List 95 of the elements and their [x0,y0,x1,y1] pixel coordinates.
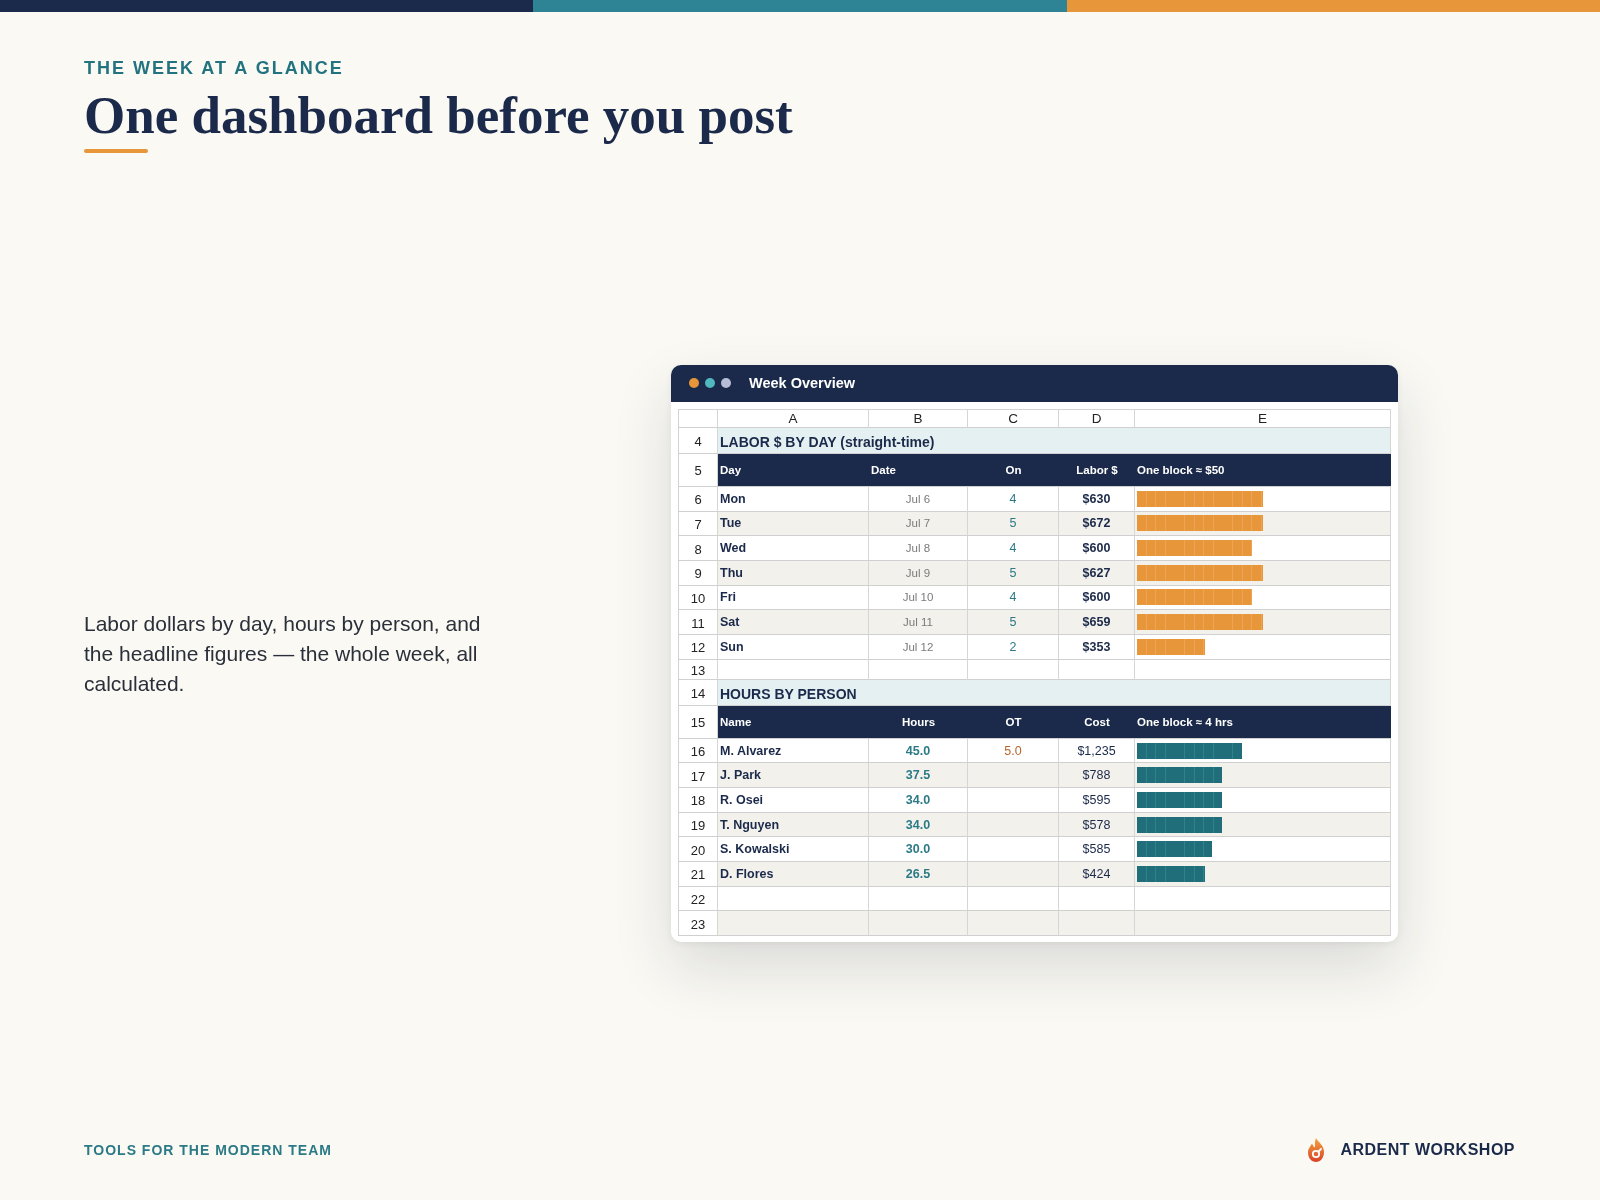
table-cell: Jul 8 [869,536,968,561]
table-cell: Jul 9 [869,560,968,586]
accent-underline [84,149,148,153]
row-number: 6 [679,486,718,512]
flame-icon [1307,1138,1326,1162]
column-label: OT [1004,715,1023,728]
column-header: B [869,409,968,428]
table-cell: Tue [718,511,869,537]
window-control-icon[interactable] [721,378,731,389]
row-number: 20 [679,837,718,863]
table-cell: T. Nguyen [718,812,869,838]
table-cell: $585 [1059,837,1135,863]
table-cell: 5.0 [968,738,1059,764]
table-cell: $595 [1059,788,1135,813]
table-cell: 4 [968,536,1059,561]
column-header: E [1135,409,1391,428]
column-header: C [968,409,1059,428]
table-cell: $600 [1059,536,1135,561]
row-number: 10 [679,585,718,611]
row-number: 13 [679,659,718,680]
footer-tagline: TOOLS FOR THE MODERN TEAM [84,1142,332,1158]
table-cell: S. Kowalski [718,837,869,863]
column-header: A [718,409,869,428]
column-label: Name [719,715,753,728]
table-cell: M. Alvarez [718,738,869,764]
column-label: One block ≈ 4 hrs [1136,715,1234,728]
table-cell: Fri [718,585,869,611]
column-label: On [1004,463,1023,476]
row-number: 23 [679,911,718,937]
column-label: One block ≈ $50 [1136,463,1226,476]
table-cell: 34.0 [869,812,968,838]
brand-name: ARDENT WORKSHOP [1340,1141,1515,1159]
table-cell: Sun [718,634,869,660]
row-number: 4 [679,427,718,454]
row-number: 5 [679,453,718,487]
column-label: Hours [900,715,937,728]
table-cell: Mon [718,486,869,512]
row-number: 12 [679,634,718,660]
eyebrow-label: THE WEEK AT A GLANCE [84,58,344,78]
table-cell: $659 [1059,610,1135,635]
column-label: Labor $ [1075,463,1119,476]
table-cell: D. Flores [718,862,869,887]
table-cell: $630 [1059,486,1135,512]
window-control-icon[interactable] [689,378,699,389]
row-number: 7 [679,511,718,537]
table-cell: $600 [1059,585,1135,611]
column-label: Day [719,463,743,476]
row-number: 16 [679,738,718,764]
row-number: 18 [679,788,718,813]
row-number: 19 [679,812,718,838]
table-cell: Jul 11 [869,610,968,635]
table-cell: Jul 12 [869,634,968,660]
table-cell: 5 [968,610,1059,635]
row-number: 17 [679,763,718,789]
table-cell: $627 [1059,560,1135,586]
table-cell: 30.0 [869,837,968,863]
table-cell: $578 [1059,812,1135,838]
table-cell: Jul 10 [869,585,968,611]
page-title: One dashboard before you post [84,89,793,142]
column-label: Cost [1083,715,1111,728]
table-cell: Thu [718,560,869,586]
table-cell: Jul 6 [869,486,968,512]
row-number: 15 [679,705,718,739]
table-cell: $353 [1059,634,1135,660]
table-cell: J. Park [718,763,869,789]
description: Labor dollars by day, hours by person, and the headline figures — the whole week, all calculated. [84,610,482,697]
table-cell: $424 [1059,862,1135,887]
table-cell: 5 [968,560,1059,586]
column-header: D [1059,409,1135,428]
table-cell: Wed [718,536,869,561]
section-title: HOURS BY PERSON [718,679,1391,706]
row-number: 14 [679,679,718,706]
row-number: 8 [679,536,718,561]
table-cell: $672 [1059,511,1135,537]
table-cell: 45.0 [869,738,968,764]
table-cell: $788 [1059,763,1135,789]
table-cell: 37.5 [869,763,968,789]
row-number: 22 [679,886,718,912]
section-title: LABOR $ BY DAY (straight-time) [718,427,1391,454]
table-cell: 4 [968,585,1059,611]
row-number: 11 [679,610,718,635]
table-cell: 2 [968,634,1059,660]
table-cell: Jul 7 [869,511,968,537]
table-cell: 5 [968,511,1059,537]
row-number: 9 [679,560,718,586]
window-control-icon[interactable] [705,378,715,389]
row-number: 21 [679,862,718,887]
table-cell: R. Osei [718,788,869,813]
table-cell: Sat [718,610,869,635]
window-title: Week Overview [749,375,856,392]
column-label: Date [870,463,897,476]
table-cell: 34.0 [869,788,968,813]
table-cell: 26.5 [869,862,968,887]
table-cell: $1,235 [1059,738,1135,764]
table-cell: 4 [968,486,1059,512]
